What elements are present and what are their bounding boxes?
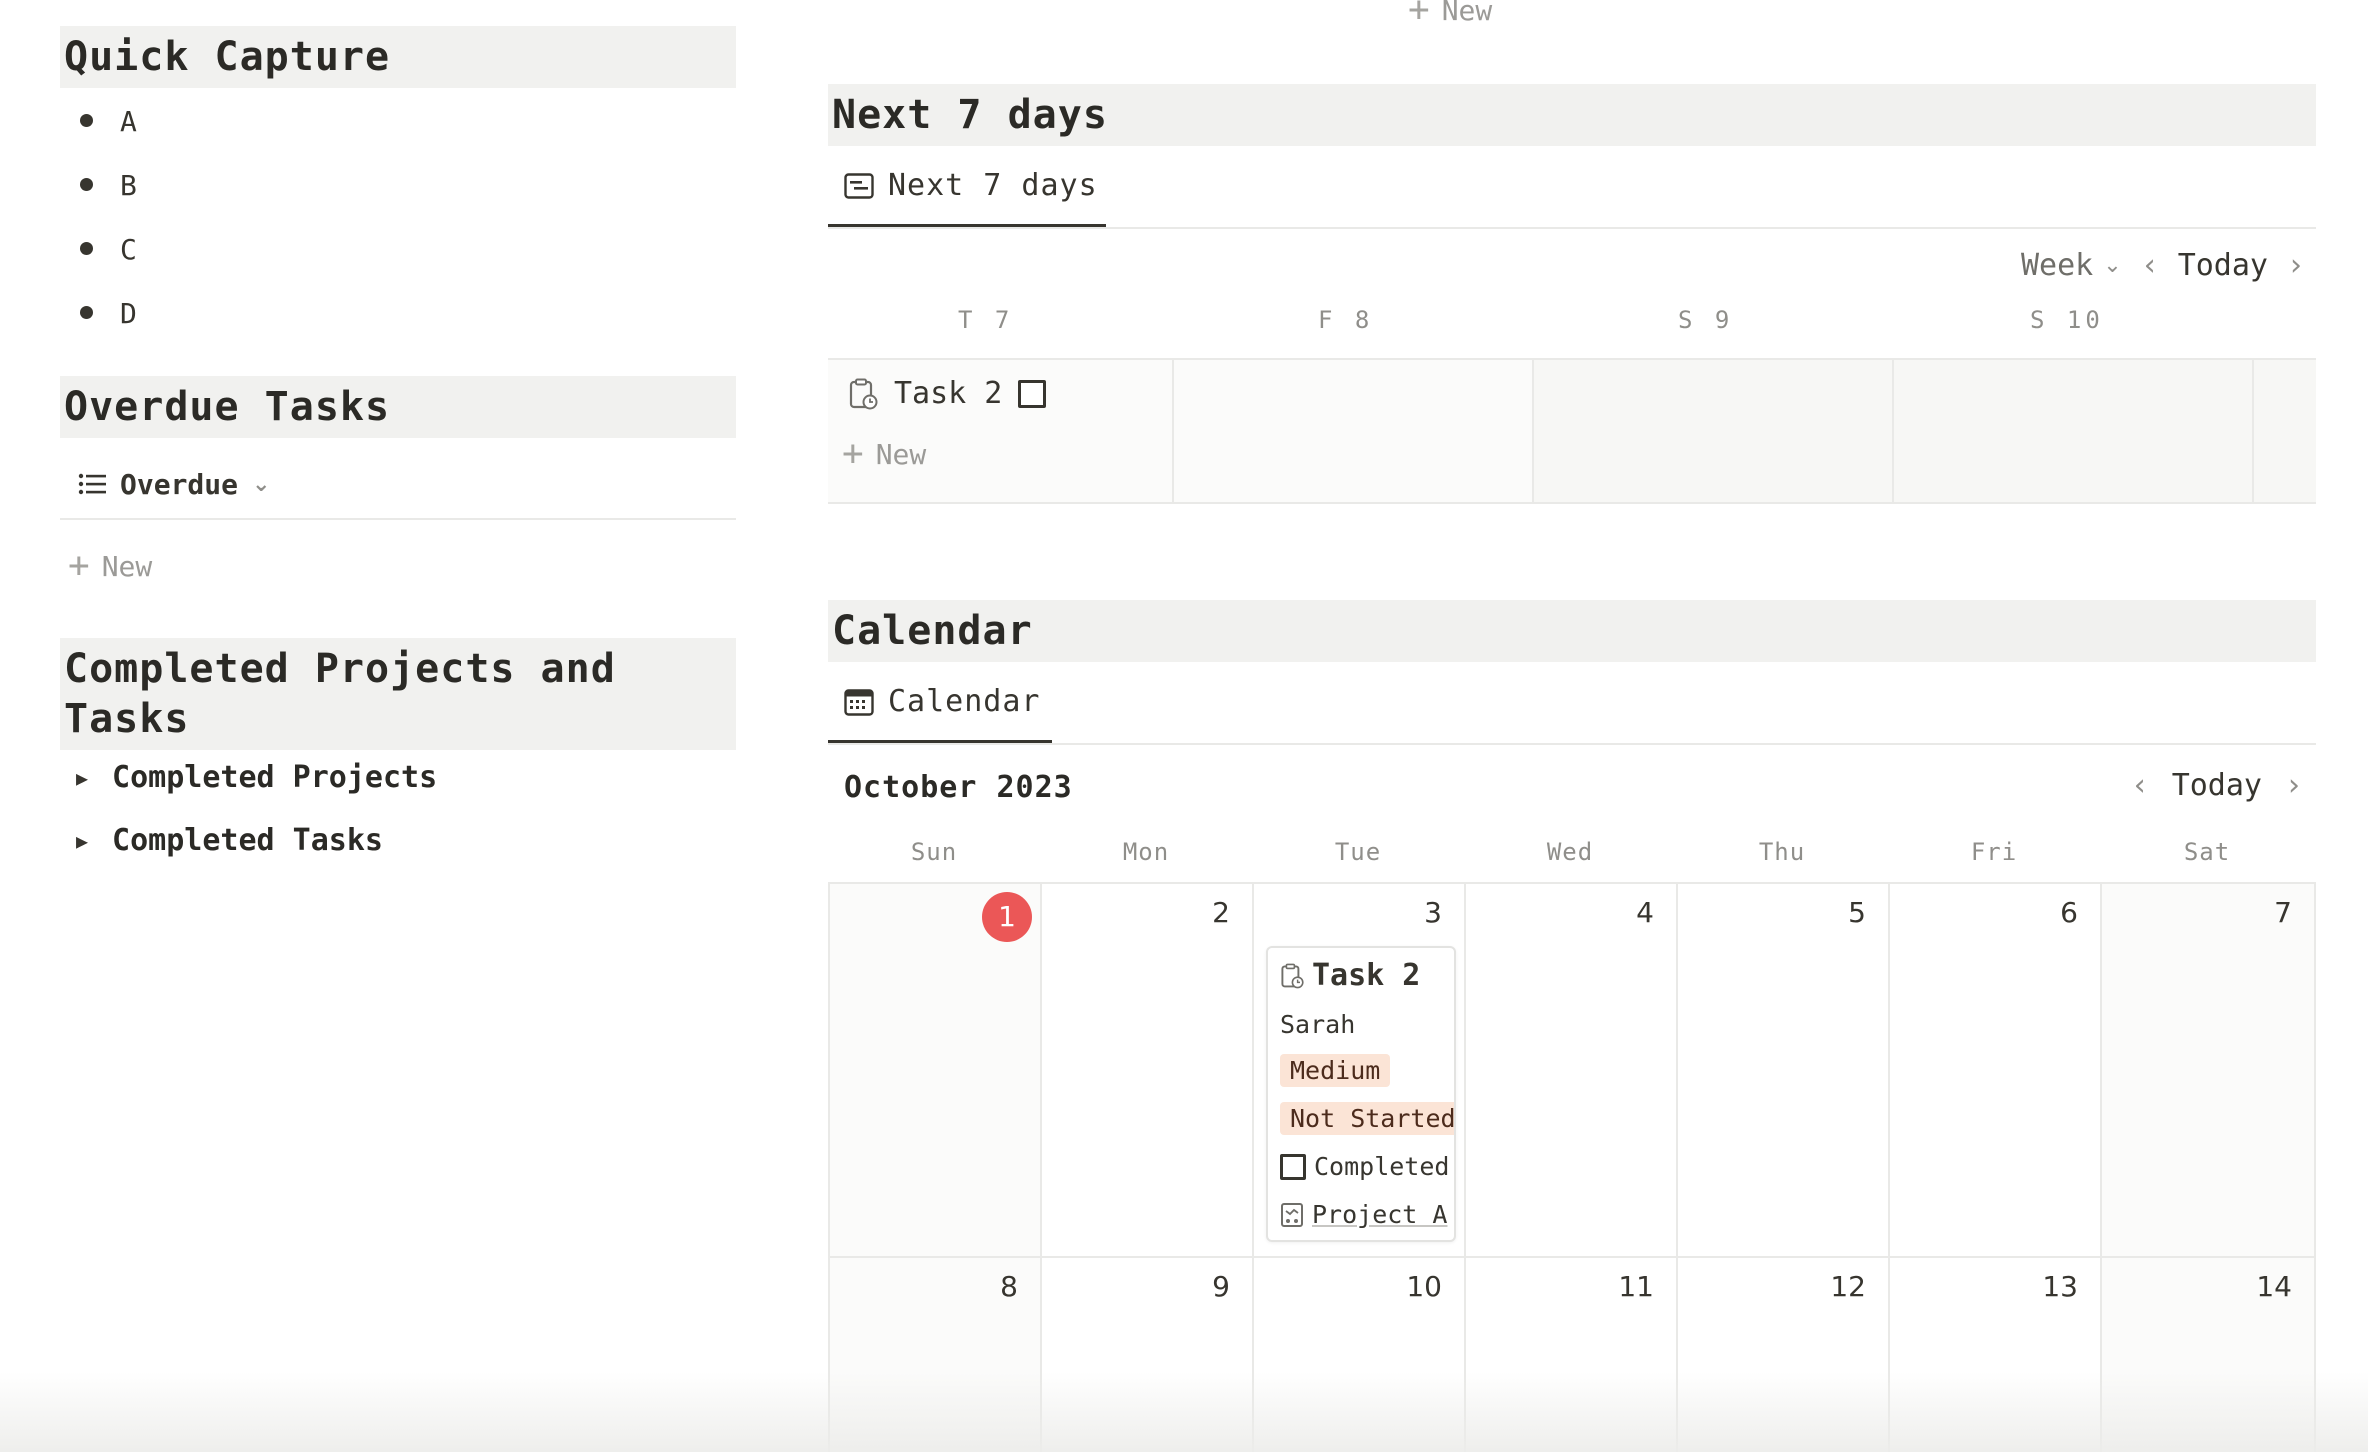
plus-icon: + (68, 545, 90, 586)
event-project: Project A (1280, 1200, 1447, 1229)
day-header: S 10 (2030, 306, 2104, 334)
bottom-fade (0, 1372, 2368, 1452)
week-board: Task 2 + New (828, 358, 2316, 504)
completed-heading: Completed Projects and Tasks (60, 638, 736, 750)
week-day-column[interactable] (2254, 360, 2316, 502)
triangle-right-icon: ▶ (76, 828, 89, 853)
top-new-button[interactable]: + New (1408, 0, 1492, 28)
overdue-new-button[interactable]: + New (68, 548, 152, 584)
overdue-view-selector[interactable]: Overdue ⌄ (78, 462, 270, 506)
toggle-completed-projects[interactable]: ▶ Completed Projects (76, 760, 437, 795)
divider (828, 743, 2316, 745)
chevron-right-icon[interactable]: › (2288, 768, 2300, 803)
today-button[interactable]: Today (2178, 248, 2268, 283)
list-item[interactable]: A (60, 100, 137, 164)
toggle-completed-tasks[interactable]: ▶ Completed Tasks (76, 823, 383, 858)
calendar-day-cell[interactable]: 6 (1890, 884, 2102, 1258)
task-checkbox[interactable] (1018, 379, 1047, 408)
calendar-icon (844, 688, 874, 716)
task-card[interactable]: Task 2 (848, 376, 1047, 411)
task-clipboard-icon (1281, 963, 1304, 988)
calendar-event-card[interactable]: Task 2 Sarah Medium Not Started Complete… (1266, 946, 1456, 1242)
calendar-day-cell[interactable]: 2 (1042, 884, 1254, 1258)
plus-icon: + (842, 433, 864, 474)
week-day-column[interactable]: Task 2 + New (828, 360, 1174, 502)
chevron-down-icon: ⌄ (252, 471, 271, 497)
month-grid: 1 2 3 4 5 6 7 8 9 10 11 12 13 14 (828, 882, 2316, 1452)
weekday-header: Tue (1334, 838, 1382, 866)
day-header: T 7 (958, 306, 1014, 334)
day-header: S 9 (1678, 306, 1734, 334)
completed-checkbox[interactable] (1280, 1153, 1306, 1180)
calendar-heading: Calendar (828, 600, 2316, 662)
status-tag: Not Started (1280, 1102, 1454, 1135)
priority-tag: Medium (1280, 1054, 1391, 1087)
divider (60, 518, 736, 520)
chevron-left-icon[interactable]: ‹ (2134, 768, 2146, 803)
month-controls: ‹ Today › (2134, 768, 2300, 803)
list-icon (78, 473, 106, 495)
weekday-header: Fri (1970, 838, 2018, 866)
task-clipboard-icon (849, 378, 878, 409)
weekday-header: Sat (2183, 838, 2231, 866)
event-assignee: Sarah (1280, 1010, 1356, 1039)
week-day-column[interactable] (1894, 360, 2254, 502)
week-new-button[interactable]: + New (842, 436, 926, 472)
project-link[interactable]: Project A (1312, 1200, 1447, 1229)
event-priority: Medium (1280, 1054, 1391, 1087)
event-title: Task 2 (1312, 958, 1421, 993)
week-day-column[interactable] (1174, 360, 1534, 502)
calendar-day-cell[interactable]: 1 (830, 884, 1042, 1258)
bullet-icon (80, 242, 93, 255)
today-button[interactable]: Today (2172, 768, 2262, 803)
quick-capture-list: A B C D (60, 100, 137, 356)
notion-page: + New Quick Capture A B C D Overdue Task… (0, 0, 2368, 1452)
day-header: F 8 (1318, 306, 1374, 334)
event-title-row: Task 2 (1280, 958, 1420, 993)
weekday-header: Sun (910, 838, 958, 866)
calendar-day-cell[interactable]: 7 (2102, 884, 2316, 1258)
bullet-icon (80, 178, 93, 191)
weekday-header: Thu (1758, 838, 1806, 866)
project-icon (1281, 1202, 1303, 1227)
list-item[interactable]: C (60, 228, 137, 292)
calendar-day-cell[interactable]: 5 (1678, 884, 1890, 1258)
bullet-icon (80, 114, 93, 127)
week-day-column[interactable] (1534, 360, 1894, 502)
list-item[interactable]: B (60, 164, 137, 228)
weekday-header: Mon (1122, 838, 1170, 866)
quick-capture-heading: Quick Capture (60, 26, 736, 88)
tab-calendar[interactable]: Calendar (844, 684, 1041, 719)
bullet-icon (80, 306, 93, 319)
event-status: Not Started (1280, 1102, 1454, 1135)
weekday-header: Wed (1546, 838, 1594, 866)
overdue-tasks-heading: Overdue Tasks (60, 376, 736, 438)
range-selector[interactable]: Week ⌄ (2021, 248, 2122, 283)
week-controls: Week ⌄ ‹ Today › (2021, 248, 2302, 283)
divider (828, 227, 2316, 229)
list-item[interactable]: D (60, 292, 137, 356)
next-7-days-heading: Next 7 days (828, 84, 2316, 146)
triangle-right-icon: ▶ (76, 765, 89, 790)
calendar-day-cell[interactable]: 4 (1466, 884, 1678, 1258)
plus-icon: + (1408, 0, 1430, 30)
tab-next-7-days[interactable]: Next 7 days (844, 168, 1098, 203)
chevron-left-icon[interactable]: ‹ (2144, 248, 2156, 283)
today-badge: 1 (982, 892, 1032, 942)
chevron-right-icon[interactable]: › (2290, 248, 2302, 283)
timeline-icon (844, 172, 874, 199)
event-completed: Completed (1280, 1152, 1449, 1181)
month-label: October 2023 (844, 770, 1073, 805)
chevron-down-icon: ⌄ (2103, 253, 2122, 278)
